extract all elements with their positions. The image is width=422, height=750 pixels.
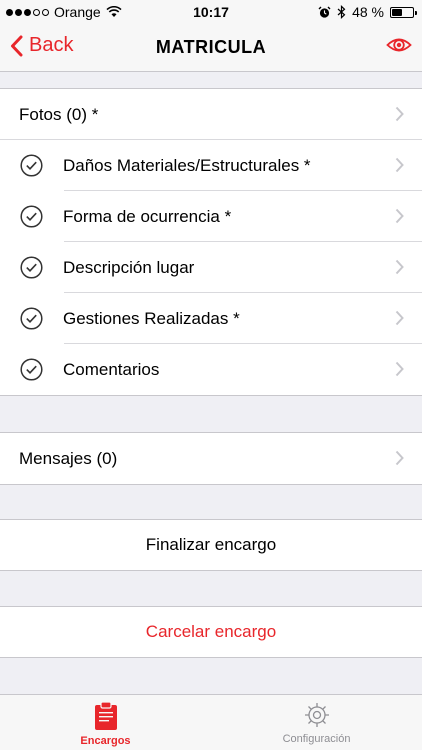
tab-encargos[interactable]: Encargos — [0, 701, 211, 747]
navigation-bar: Back MATRICULA — [0, 24, 422, 72]
list-item[interactable]: Daños Materiales/Estructurales * — [0, 140, 422, 191]
status-bar: Orange 10:17 48 % — [0, 0, 422, 24]
status-bar-right: 48 % — [318, 4, 417, 20]
checkmark-circle-icon — [20, 154, 43, 177]
list-item-label: Forma de ocurrencia * — [63, 206, 232, 226]
chevron-right-icon — [395, 157, 404, 173]
chevron-right-icon — [395, 310, 404, 326]
chevron-right-icon — [395, 259, 404, 275]
checkmark-circle-icon — [20, 205, 43, 228]
alarm-icon — [318, 6, 331, 18]
chevron-right-icon — [395, 208, 404, 224]
chevron-right-icon — [395, 450, 404, 466]
tab-configuracion[interactable]: Configuración — [211, 701, 422, 745]
bluetooth-icon — [337, 5, 346, 19]
tab-label: Encargos — [80, 735, 131, 747]
messages-section: Mensajes (0) — [0, 432, 422, 485]
finalize-button[interactable]: Finalizar encargo — [0, 519, 422, 571]
battery-fill — [392, 8, 402, 16]
battery-percent: 48 % — [352, 4, 384, 20]
photos-label: Fotos (0) * — [19, 104, 99, 124]
messages-label: Mensajes (0) — [19, 448, 118, 468]
checkmark-circle-icon — [20, 358, 43, 381]
details-section: Fotos (0) * Daños Materiales/Estructural… — [0, 88, 422, 396]
list-item-label: Daños Materiales/Estructurales * — [63, 155, 311, 175]
cancel-button[interactable]: Carcelar encargo — [0, 606, 422, 658]
checkmark-circle-icon — [20, 256, 43, 279]
messages-row[interactable]: Mensajes (0) — [0, 433, 422, 484]
tab-bar: Encargos Configuración — [0, 694, 422, 750]
list-item-label: Descripción lugar — [63, 257, 195, 277]
gear-icon — [304, 703, 329, 727]
list-item-label: Comentarios — [63, 359, 160, 379]
photos-row[interactable]: Fotos (0) * — [0, 89, 422, 140]
tab-label: Configuración — [282, 733, 351, 745]
list-item-label: Gestiones Realizadas * — [63, 308, 240, 328]
list-item[interactable]: Comentarios — [0, 344, 422, 395]
list-item[interactable]: Descripción lugar — [0, 242, 422, 293]
battery-icon — [390, 6, 417, 18]
chevron-right-icon — [395, 361, 404, 377]
list-item[interactable]: Forma de ocurrencia * — [0, 191, 422, 242]
checkmark-circle-icon — [20, 307, 43, 330]
eye-icon[interactable] — [386, 35, 412, 55]
chevron-right-icon — [395, 106, 404, 122]
list-item[interactable]: Gestiones Realizadas * — [0, 293, 422, 344]
page-title: MATRICULA — [155, 37, 267, 57]
clipboard-icon — [94, 701, 117, 730]
